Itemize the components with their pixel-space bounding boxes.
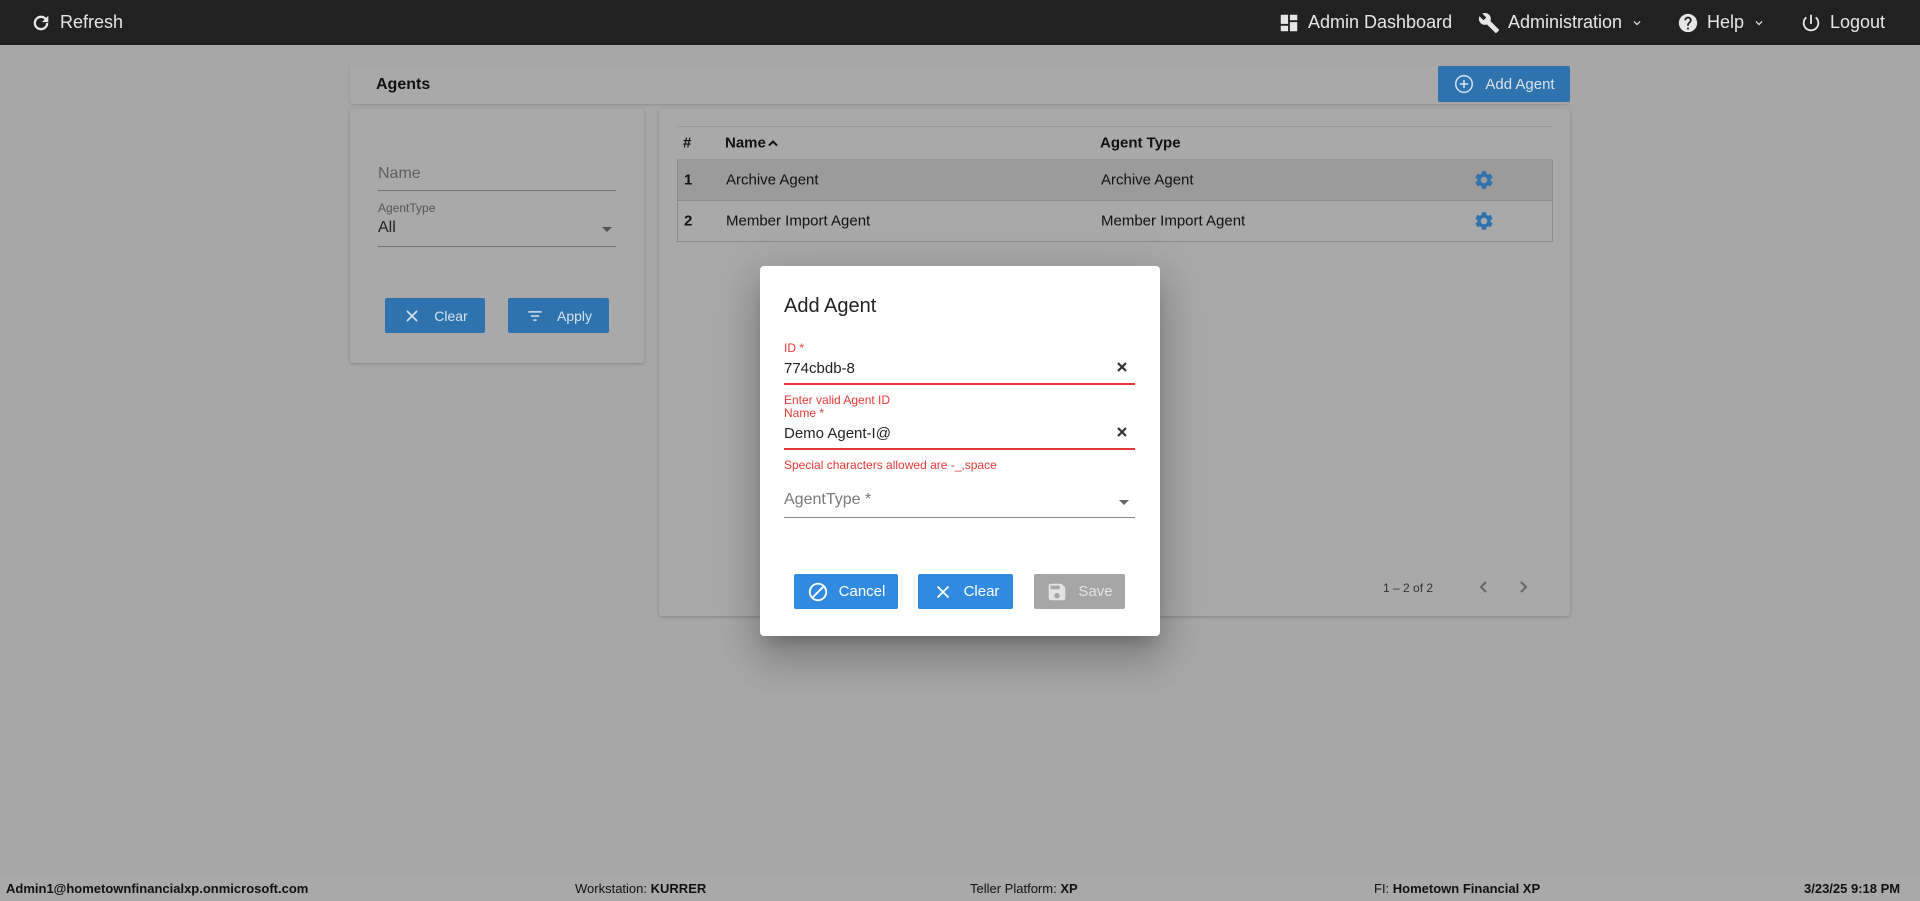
agents-table: # Name Agent Type 1 Archive Agent Archiv… bbox=[677, 126, 1553, 242]
cancel-label: Cancel bbox=[838, 583, 886, 600]
close-icon bbox=[936, 585, 949, 598]
gear-icon[interactable] bbox=[1473, 210, 1495, 232]
dropdown-arrow-icon bbox=[602, 227, 612, 232]
cancel-button[interactable]: Cancel bbox=[794, 574, 898, 609]
refresh-icon bbox=[33, 15, 49, 30]
name-field-value: Demo Agent-I@ bbox=[784, 425, 891, 442]
row-number: 2 bbox=[684, 212, 693, 230]
chevron-down-icon bbox=[1755, 20, 1763, 25]
row-name: Member Import Agent bbox=[726, 212, 871, 230]
status-footer: Admin1@hometownfinancialxp.onmicrosoft.c… bbox=[0, 876, 1920, 901]
row-number: 1 bbox=[684, 171, 693, 189]
add-agent-label: Add Agent bbox=[1485, 75, 1555, 93]
help-label: Help bbox=[1707, 12, 1745, 32]
row-agent-type: Archive Agent bbox=[1101, 171, 1194, 189]
footer-user: Admin1@hometownfinancialxp.onmicrosoft.c… bbox=[6, 881, 309, 896]
add-circle-icon bbox=[1455, 75, 1474, 93]
row-agent-type: Member Import Agent bbox=[1101, 212, 1246, 230]
footer-fi-label: FI: bbox=[1374, 881, 1390, 896]
sort-ascending-icon bbox=[768, 140, 778, 147]
top-navigation-bar: Refresh Admin Dashboard Administration H… bbox=[0, 0, 1920, 45]
filter-apply-label: Apply bbox=[556, 307, 593, 324]
name-filter-input[interactable]: Name bbox=[378, 155, 616, 191]
filter-icon bbox=[528, 310, 542, 321]
id-field[interactable]: 774cbdb-8 bbox=[784, 359, 1135, 385]
filter-panel: Name AgentType All Clear Apply bbox=[350, 109, 644, 363]
footer-datetime: 3/23/25 9:18 PM bbox=[1804, 881, 1901, 896]
footer-platform: Teller Platform: XP bbox=[970, 881, 1078, 896]
name-field-label: Name * bbox=[784, 406, 825, 420]
block-icon bbox=[808, 582, 827, 601]
column-header-name-label: Name bbox=[725, 134, 766, 152]
save-icon bbox=[1049, 583, 1066, 600]
table-row[interactable]: 1 Archive Agent Archive Agent bbox=[677, 160, 1553, 201]
row-name: Archive Agent bbox=[726, 171, 819, 189]
agent-type-select[interactable]: AgentType * bbox=[784, 491, 1135, 518]
save-button[interactable]: Save bbox=[1034, 574, 1125, 609]
id-field-value: 774cbdb-8 bbox=[784, 360, 855, 377]
admin-dashboard-link[interactable]: Admin Dashboard bbox=[1278, 0, 1452, 45]
page-title: Agents bbox=[376, 76, 431, 93]
column-header-agent-type: Agent Type bbox=[1100, 134, 1181, 152]
filter-apply-button[interactable]: Apply bbox=[508, 298, 609, 333]
dropdown-arrow-icon bbox=[1119, 500, 1129, 505]
name-field-error: Special characters allowed are -_,space bbox=[784, 458, 997, 472]
dialog-title: Add Agent bbox=[784, 295, 877, 317]
administration-label: Administration bbox=[1508, 12, 1623, 32]
footer-workstation-value: KURRER bbox=[650, 881, 707, 896]
table-row[interactable]: 2 Member Import Agent Member Import Agen… bbox=[677, 201, 1553, 242]
agents-header-card: Agents bbox=[350, 66, 1569, 104]
dashboard-icon bbox=[1280, 14, 1298, 31]
footer-fi: FI: Hometown Financial XP bbox=[1374, 881, 1540, 896]
add-agent-dialog: Add Agent ID * 774cbdb-8 Enter valid Age… bbox=[760, 266, 1160, 636]
administration-menu[interactable]: Administration bbox=[1478, 0, 1644, 45]
footer-workstation: Workstation: KURRER bbox=[575, 881, 706, 896]
name-field[interactable]: Demo Agent-I@ bbox=[784, 424, 1135, 450]
clear-name-icon[interactable] bbox=[1115, 425, 1131, 441]
add-agent-button[interactable]: Add Agent bbox=[1438, 66, 1570, 102]
filter-clear-label: Clear bbox=[434, 307, 468, 324]
footer-workstation-label: Workstation: bbox=[575, 881, 648, 896]
dialog-clear-label: Clear bbox=[963, 583, 1000, 600]
power-icon bbox=[1802, 14, 1820, 31]
help-icon bbox=[1678, 13, 1698, 32]
logout-button[interactable]: Logout bbox=[1800, 0, 1885, 45]
column-header-number: # bbox=[683, 134, 692, 152]
gear-icon[interactable] bbox=[1473, 169, 1495, 191]
agent-type-filter-label: AgentType bbox=[378, 201, 436, 215]
footer-platform-value: XP bbox=[1060, 881, 1078, 896]
dialog-clear-button[interactable]: Clear bbox=[918, 574, 1013, 609]
footer-platform-label: Teller Platform: bbox=[970, 881, 1057, 896]
refresh-label: Refresh bbox=[60, 12, 124, 32]
table-header-row: # Name Agent Type bbox=[677, 127, 1553, 160]
chevron-down-icon bbox=[1633, 20, 1641, 25]
column-header-name[interactable]: Name bbox=[725, 135, 779, 152]
save-label: Save bbox=[1078, 583, 1113, 600]
name-filter-placeholder: Name bbox=[378, 165, 421, 182]
logout-label: Logout bbox=[1830, 12, 1886, 32]
footer-fi-value: Hometown Financial XP bbox=[1392, 881, 1541, 896]
id-field-label: ID * bbox=[784, 341, 805, 355]
close-icon bbox=[406, 309, 418, 322]
admin-dashboard-label: Admin Dashboard bbox=[1308, 12, 1453, 32]
filter-clear-button[interactable]: Clear bbox=[385, 298, 485, 333]
clear-id-icon[interactable] bbox=[1115, 360, 1131, 376]
chevron-right-icon[interactable] bbox=[1515, 579, 1531, 595]
paginator-range: 1 – 2 of 2 bbox=[1383, 581, 1434, 595]
agent-type-filter-select[interactable]: All bbox=[378, 219, 616, 247]
id-field-error: Enter valid Agent ID bbox=[784, 393, 891, 407]
agent-type-filter-value: All bbox=[378, 219, 396, 236]
chevron-left-icon[interactable] bbox=[1476, 579, 1492, 595]
wrench-icon bbox=[1478, 12, 1500, 33]
agent-type-placeholder: AgentType * bbox=[784, 491, 872, 508]
help-menu[interactable]: Help bbox=[1677, 0, 1766, 45]
refresh-button[interactable]: Refresh bbox=[30, 0, 123, 45]
